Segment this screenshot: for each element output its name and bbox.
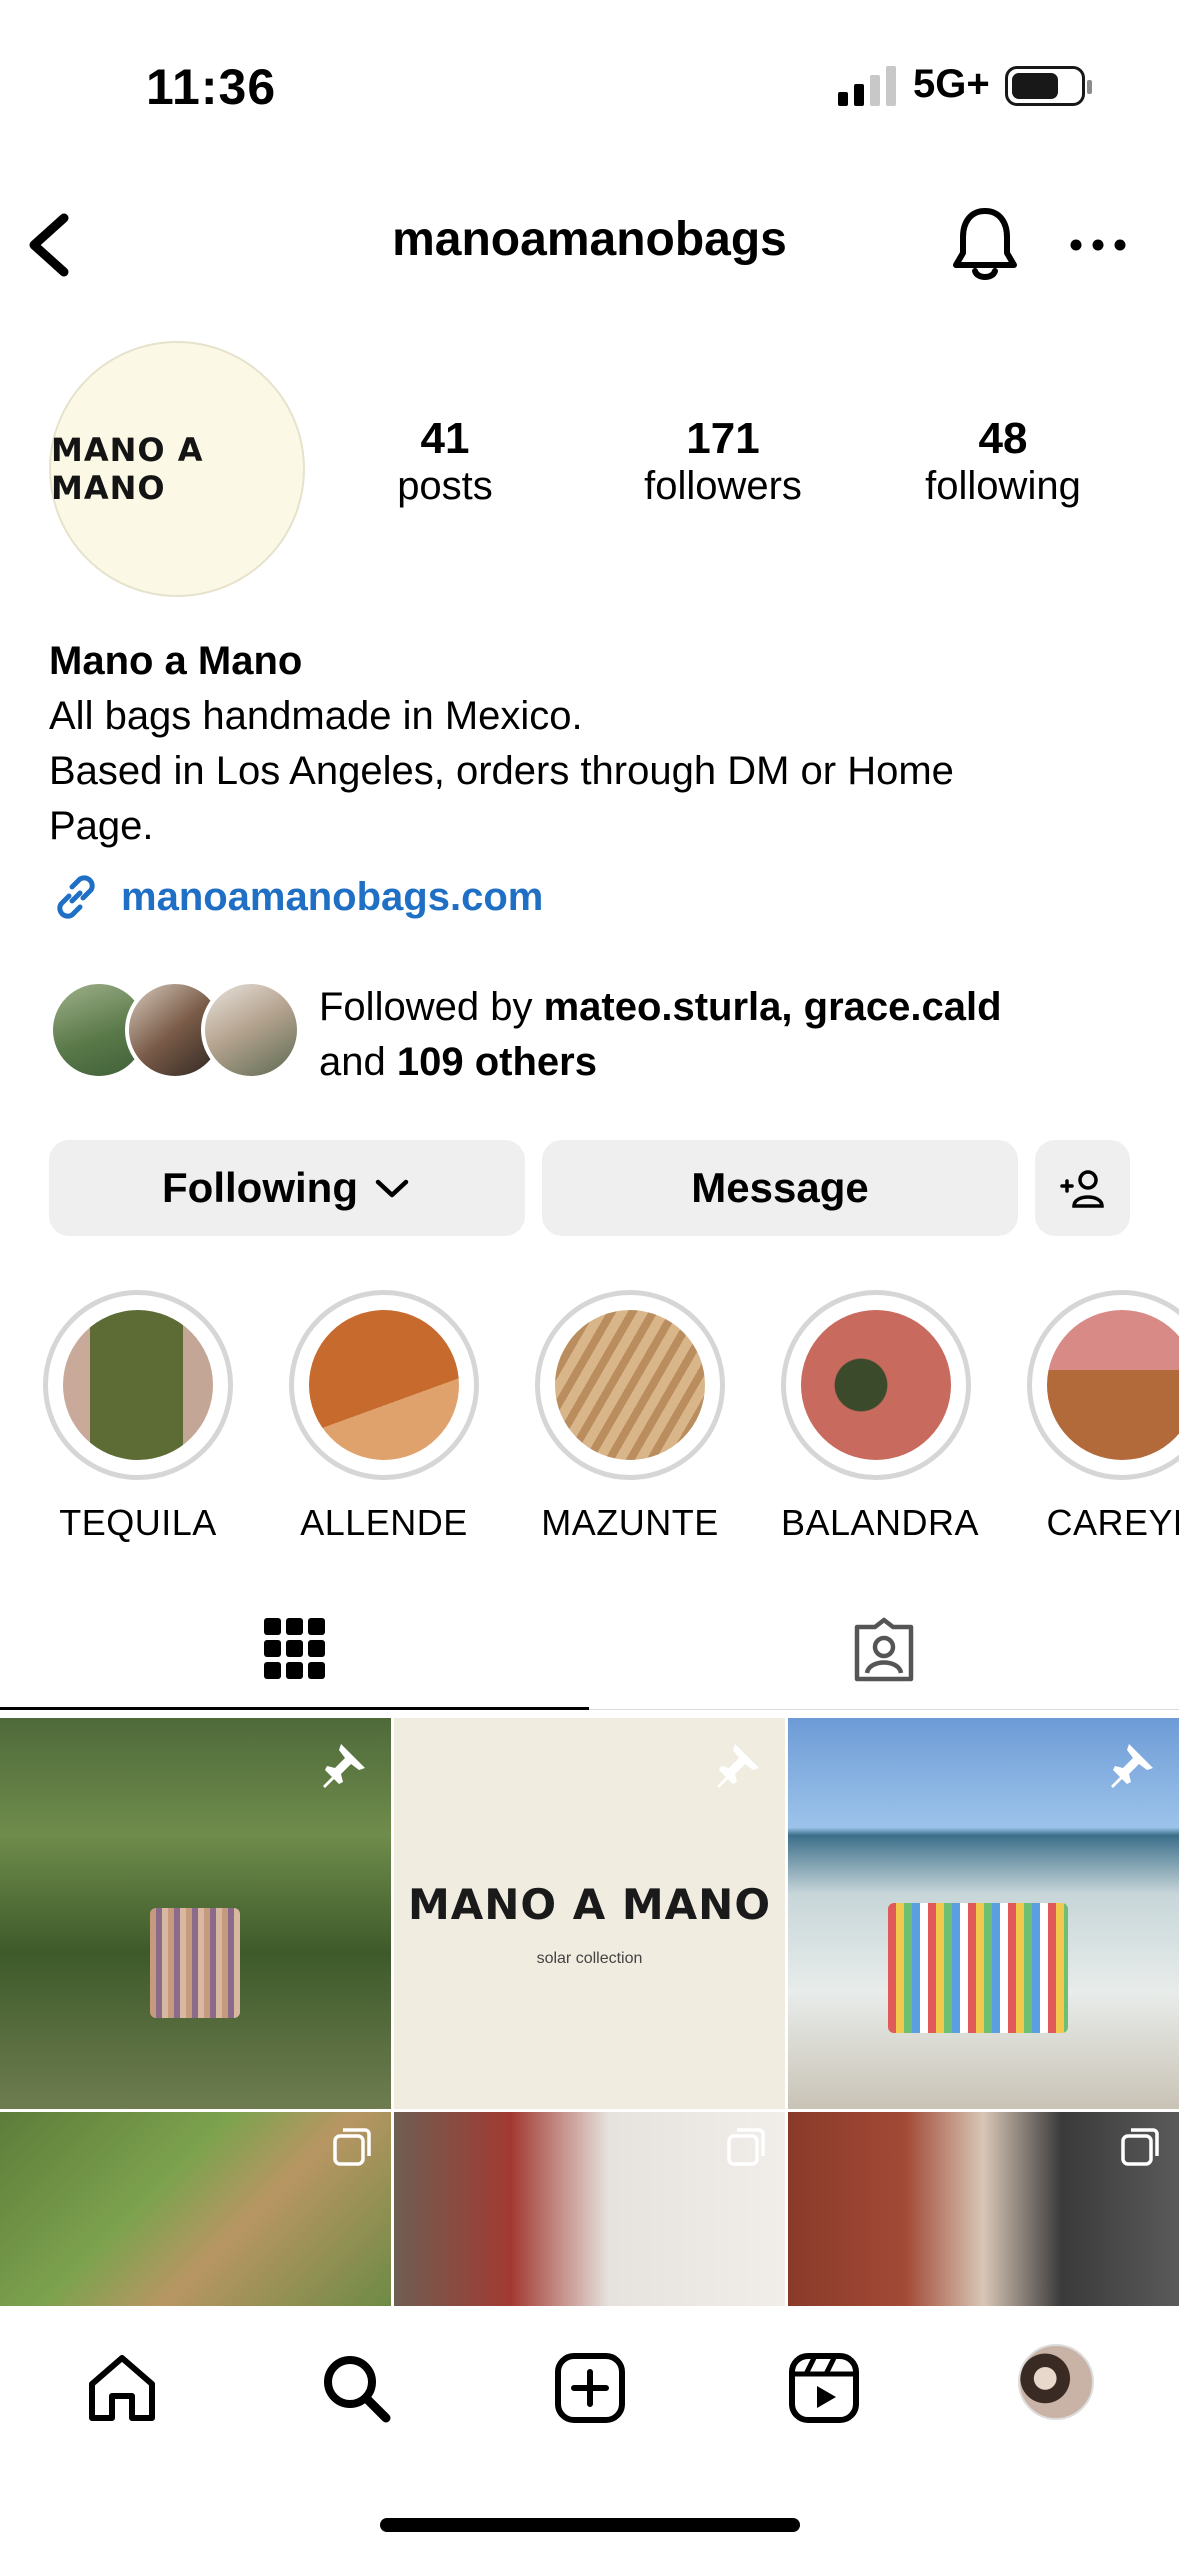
grid-post[interactable]: [0, 1718, 391, 2109]
followers-label: followers: [644, 464, 802, 509]
grid-post[interactable]: [788, 2112, 1179, 2312]
highlight-balandra[interactable]: BALANDRA: [781, 1290, 980, 1544]
pin-icon: [1111, 1744, 1153, 1788]
create-icon[interactable]: [552, 2350, 628, 2426]
tab-posts-grid[interactable]: [0, 1590, 589, 1710]
posts-label: posts: [397, 464, 493, 509]
profile-name: Mano a Mano: [49, 639, 303, 683]
grid-post[interactable]: [0, 2112, 391, 2312]
tagged-icon: [854, 1617, 914, 1681]
highlight-image: [63, 1310, 213, 1460]
chevron-down-icon: [375, 1179, 409, 1198]
multi-post-icon: [333, 2128, 371, 2166]
highlight-image: [555, 1310, 705, 1460]
following-button-label: Following: [162, 1164, 358, 1211]
following-stat[interactable]: 48 following: [893, 414, 1113, 509]
website-link-text: manoamanobags.com: [121, 874, 544, 919]
link-icon: [57, 875, 95, 919]
highlight-tequila[interactable]: TEQUILA: [43, 1290, 233, 1544]
following-count: 48: [978, 414, 1028, 463]
followed-prefix: Followed by: [319, 985, 544, 1029]
highlight-careyes[interactable]: CAREYE: [1027, 1290, 1179, 1544]
grid-post[interactable]: [394, 2112, 785, 2312]
grid-icon: [263, 1617, 325, 1679]
follower-avatar: [201, 980, 301, 1080]
highlight-label: CAREYE: [1046, 1502, 1179, 1543]
followers-stat[interactable]: 171 followers: [613, 414, 833, 509]
reels-icon[interactable]: [786, 2350, 862, 2426]
message-button-label: Message: [691, 1164, 869, 1211]
bio-line: Based in Los Angeles, orders through DM …: [49, 749, 954, 793]
add-person-icon: [1059, 1170, 1104, 1208]
highlight-allende[interactable]: ALLENDE: [289, 1290, 479, 1544]
grid-post[interactable]: MANO A MANO solar collection: [394, 1718, 785, 2109]
battery-icon: [1005, 66, 1092, 106]
followed-users: mateo.sturla, grace.cald: [543, 985, 1002, 1029]
post-subtext: solar collection: [536, 1950, 643, 1967]
multi-post-icon: [1121, 2128, 1159, 2166]
tab-tagged[interactable]: [589, 1590, 1179, 1710]
grid-post[interactable]: [788, 1718, 1179, 2109]
pin-icon: [717, 1744, 759, 1788]
search-icon[interactable]: [318, 2350, 394, 2426]
network-label: 5G+: [913, 62, 990, 106]
post-logo-text: MANO A MANO: [407, 1880, 772, 1929]
pin-icon: [323, 1744, 365, 1788]
following-label: following: [925, 464, 1081, 509]
highlight-label: BALANDRA: [781, 1502, 980, 1543]
status-time: 11:36: [146, 59, 277, 115]
following-button[interactable]: Following: [49, 1140, 525, 1236]
suggest-people-button[interactable]: [1035, 1140, 1130, 1236]
followers-count: 171: [686, 414, 760, 463]
highlight-image: [309, 1310, 459, 1460]
posts-stat[interactable]: 41 posts: [335, 414, 555, 509]
profile-avatar[interactable]: MANO A MANO: [49, 341, 305, 597]
home-icon[interactable]: [84, 2350, 160, 2426]
highlight-label: MAZUNTE: [541, 1502, 719, 1543]
highlight-label: ALLENDE: [300, 1502, 468, 1543]
message-button[interactable]: Message: [542, 1140, 1018, 1236]
bio-line: Page.: [49, 804, 154, 848]
highlight-label: TEQUILA: [59, 1502, 217, 1543]
highlight-image: [801, 1310, 951, 1460]
home-indicator: [380, 2518, 800, 2532]
multi-post-icon: [727, 2128, 765, 2166]
website-link[interactable]: manoamanobags.com: [49, 870, 543, 924]
more-icon[interactable]: [1068, 230, 1128, 260]
avatar-logo-text: MANO A MANO: [51, 431, 204, 507]
posts-count: 41: [420, 414, 470, 463]
highlight-image: [1047, 1310, 1179, 1460]
bell-icon[interactable]: [950, 205, 1020, 285]
signal-icon: [838, 66, 896, 106]
bio-line: All bags handmade in Mexico.: [49, 694, 583, 738]
highlight-mazunte[interactable]: MAZUNTE: [535, 1290, 725, 1544]
profile-avatar-tab[interactable]: [1018, 2344, 1094, 2420]
followed-others: 109 others: [396, 1040, 597, 1084]
bio: Mano a Mano All bags handmade in Mexico.…: [49, 634, 1129, 854]
followed-and: and: [319, 1040, 397, 1084]
